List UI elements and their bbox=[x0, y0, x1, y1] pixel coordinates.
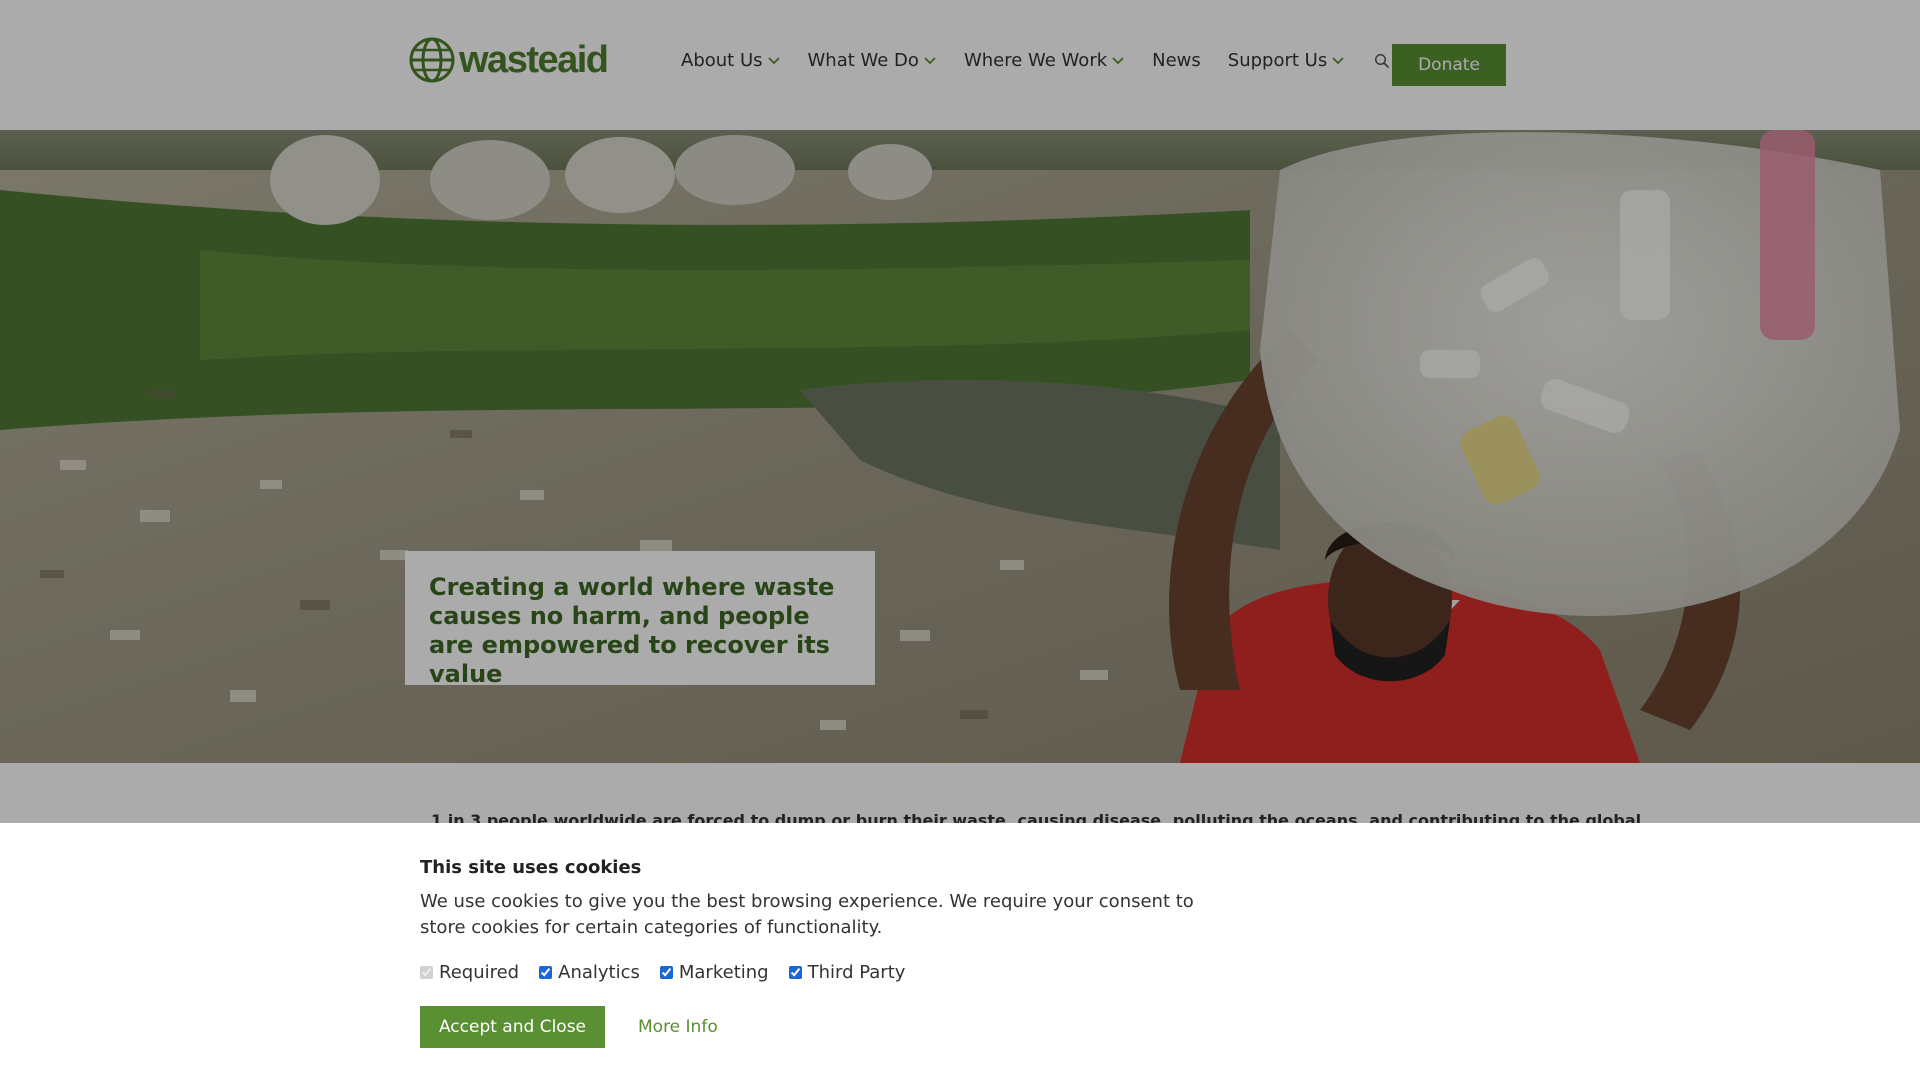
option-label: Marketing bbox=[678, 962, 769, 983]
required-checkbox bbox=[420, 966, 433, 979]
cookie-option-third-party[interactable]: Third Party bbox=[788, 962, 906, 983]
option-label: Third Party bbox=[807, 962, 906, 983]
marketing-checkbox[interactable] bbox=[659, 966, 673, 979]
cookie-option-analytics[interactable]: Analytics bbox=[539, 962, 640, 983]
cookie-banner: This site uses cookies We use cookies to… bbox=[0, 823, 1920, 1080]
cookie-description: We use cookies to give you the best brow… bbox=[420, 891, 1194, 938]
cookie-options: Required Analytics Marketing Third Party bbox=[420, 962, 925, 983]
accept-and-close-button[interactable]: Accept and Close bbox=[420, 1006, 605, 1048]
third-party-checkbox[interactable] bbox=[788, 966, 802, 979]
cookie-option-required: Required bbox=[420, 962, 519, 983]
more-info-link[interactable]: More Info bbox=[638, 1017, 718, 1037]
option-label: Required bbox=[439, 962, 520, 983]
cookie-option-marketing[interactable]: Marketing bbox=[659, 962, 769, 983]
option-label: Analytics bbox=[558, 962, 640, 983]
analytics-checkbox[interactable] bbox=[539, 966, 553, 979]
cookie-title: This site uses cookies bbox=[420, 857, 642, 878]
